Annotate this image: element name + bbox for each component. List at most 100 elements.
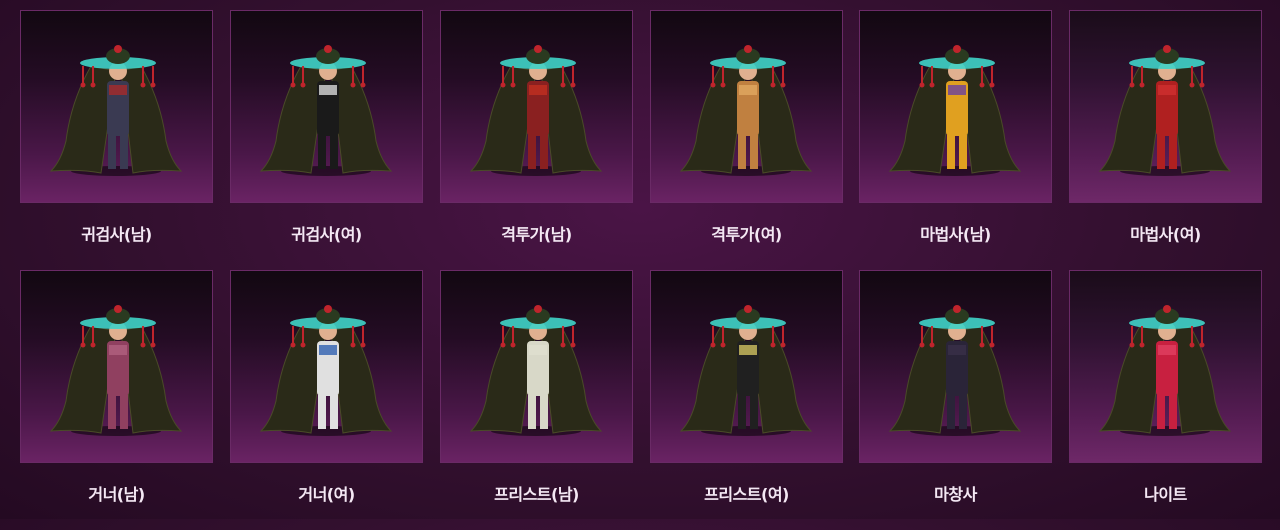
hat-tassel-bead: [720, 82, 726, 88]
hat-tassel-bead: [90, 342, 96, 348]
costume-card[interactable]: 귀검사(여): [230, 10, 423, 255]
hat-knob: [744, 305, 752, 313]
hat-tassel-bead: [510, 342, 516, 348]
character-sprite: [49, 305, 183, 436]
hat-tassel-bead: [1199, 342, 1205, 348]
costume-card[interactable]: 마법사(여): [1069, 10, 1262, 255]
hat-tassel-bead: [1129, 342, 1135, 348]
character-leg-left: [318, 395, 326, 429]
costume-card[interactable]: 거너(여): [230, 270, 423, 515]
cloak-right: [120, 65, 183, 174]
character-leg-left: [738, 135, 746, 169]
cloak-right: [540, 65, 603, 174]
character-label: 거너(여): [298, 485, 355, 504]
character-thumbnail[interactable]: [859, 10, 1052, 203]
character-leg-right: [540, 395, 548, 429]
hat-tassel-bead: [989, 342, 995, 348]
costume-row-1: 귀검사(남) 귀검사(여) 격투가(남) 격투가(여) 마법사(남) 마법사(여…: [20, 10, 1262, 270]
hat-tassel-bead: [1199, 82, 1205, 88]
character-leg-left: [1157, 395, 1165, 429]
costume-card[interactable]: 격투가(여): [650, 10, 843, 255]
cloak-right: [330, 325, 393, 434]
character-sprite: [679, 305, 813, 436]
costume-card[interactable]: 나이트: [1069, 270, 1262, 515]
hat-tassel-bead: [290, 82, 296, 88]
hat-knob: [324, 45, 332, 53]
hat-tassel-bead: [570, 342, 576, 348]
character-accent: [529, 345, 547, 355]
character-thumbnail[interactable]: [650, 10, 843, 203]
hat-knob: [1163, 45, 1171, 53]
hat-knob: [534, 305, 542, 313]
hat-tassel-bead: [1189, 342, 1195, 348]
character-thumbnail[interactable]: [20, 10, 213, 203]
hat-tassel-bead: [1139, 82, 1145, 88]
character-leg-right: [330, 135, 338, 169]
character-leg-left: [108, 135, 116, 169]
character-thumbnail[interactable]: [230, 10, 423, 203]
hat-tassel-bead: [560, 342, 566, 348]
character-accent: [319, 85, 337, 95]
costume-card[interactable]: 프리스트(여): [650, 270, 843, 515]
character-sprite: [469, 305, 603, 436]
hat-knob: [1163, 305, 1171, 313]
character-leg-right: [1169, 395, 1177, 429]
character-thumbnail[interactable]: [20, 270, 213, 463]
hat-knob: [744, 45, 752, 53]
hat-tassel-bead: [770, 342, 776, 348]
character-accent: [319, 345, 337, 355]
character-label: 마창사: [934, 485, 977, 504]
character-sprite: [679, 45, 813, 176]
hat-tassel-bead: [710, 342, 716, 348]
hat-knob: [953, 305, 961, 313]
character-thumbnail[interactable]: [1069, 270, 1262, 463]
character-label: 마법사(여): [1130, 225, 1201, 244]
character-leg-left: [947, 395, 955, 429]
costume-card[interactable]: 마법사(남): [859, 10, 1052, 255]
character-sprite: [259, 305, 393, 436]
costume-row-2: 거너(남) 거너(여) 프리스트(남) 프리스트(여) 마창사 나이트: [20, 270, 1262, 530]
hat-tassel-bead: [350, 82, 356, 88]
hat-tassel-bead: [80, 342, 86, 348]
character-accent: [948, 85, 966, 95]
hat-tassel-bead: [770, 82, 776, 88]
character-accent: [109, 345, 127, 355]
hat-tassel-bead: [140, 82, 146, 88]
cloak-right: [120, 325, 183, 434]
costume-card[interactable]: 프리스트(남): [440, 270, 633, 515]
cloak-right: [750, 325, 813, 434]
hat-tassel-bead: [140, 342, 146, 348]
character-thumbnail[interactable]: [440, 270, 633, 463]
character-thumbnail[interactable]: [440, 10, 633, 203]
cloak-right: [1169, 325, 1232, 434]
hat-tassel-bead: [720, 342, 726, 348]
character-leg-left: [528, 395, 536, 429]
character-label: 거너(남): [88, 485, 145, 504]
character-accent: [1158, 85, 1176, 95]
hat-tassel-bead: [150, 342, 156, 348]
costume-card[interactable]: 귀검사(남): [20, 10, 213, 255]
hat-tassel-bead: [290, 342, 296, 348]
costume-card[interactable]: 마창사: [859, 270, 1052, 515]
hat-tassel-bead: [929, 82, 935, 88]
character-leg-right: [120, 135, 128, 169]
hat-knob: [324, 305, 332, 313]
cloak-right: [540, 325, 603, 434]
character-thumbnail[interactable]: [230, 270, 423, 463]
character-thumbnail[interactable]: [859, 270, 1052, 463]
character-label: 격투가(여): [711, 225, 782, 244]
hat-tassel-bead: [1189, 82, 1195, 88]
character-leg-right: [330, 395, 338, 429]
character-label: 귀검사(남): [81, 225, 152, 244]
cloak-right: [959, 325, 1022, 434]
character-sprite: [1098, 305, 1232, 436]
character-label: 나이트: [1144, 485, 1187, 504]
character-thumbnail[interactable]: [650, 270, 843, 463]
costume-card[interactable]: 거너(남): [20, 270, 213, 515]
costume-card[interactable]: 격투가(남): [440, 10, 633, 255]
character-label: 격투가(남): [501, 225, 572, 244]
character-thumbnail[interactable]: [1069, 10, 1262, 203]
hat-tassel-bead: [360, 342, 366, 348]
hat-tassel-bead: [780, 82, 786, 88]
character-label: 프리스트(여): [704, 485, 789, 504]
